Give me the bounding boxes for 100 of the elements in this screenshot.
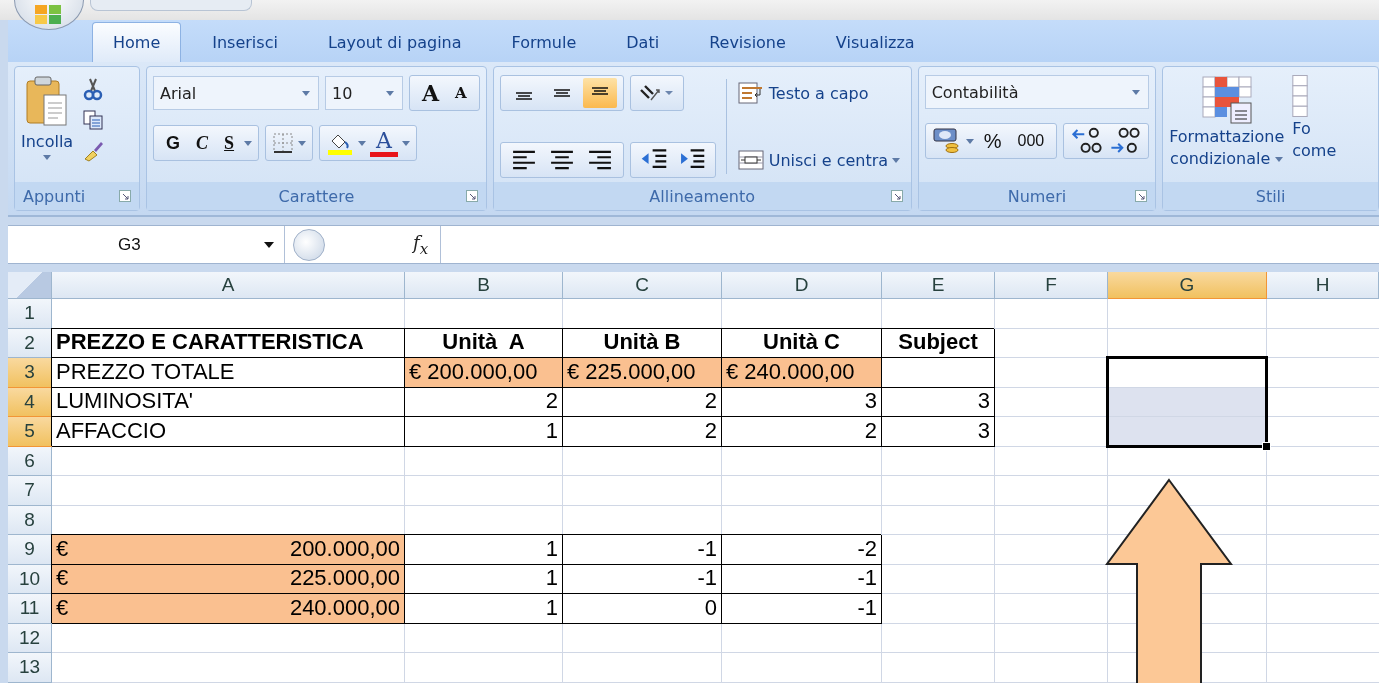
office-logo-icon [34, 3, 64, 25]
row-header[interactable]: 1 [8, 299, 52, 329]
ribbon-tab[interactable]: Revisione [684, 22, 811, 62]
caret-icon[interactable] [965, 138, 974, 144]
table-cell: -1 [722, 564, 882, 594]
wrap-text-icon [736, 81, 765, 105]
scissors-icon[interactable] [82, 77, 105, 101]
caret-icon [264, 241, 274, 248]
ribbon-tab[interactable]: Layout di pagina [302, 22, 487, 62]
row-header[interactable]: 3 [8, 358, 52, 388]
dialog-launcher-icon[interactable] [465, 190, 478, 202]
column-header[interactable]: H [1267, 272, 1379, 299]
row-header[interactable]: 7 [8, 476, 52, 506]
row-header[interactable]: 2 [8, 328, 52, 358]
vertical-align-button[interactable] [582, 78, 617, 108]
ribbon-tab[interactable]: Visualizza [810, 22, 940, 62]
caret-icon[interactable] [298, 140, 307, 146]
currency-symbol: € [56, 565, 69, 591]
decrease-decimal-icon[interactable] [1108, 126, 1143, 156]
percent-button[interactable]: % [977, 126, 1008, 156]
table-cell: € 240.000,00 [722, 358, 882, 388]
table-grid-icon [1292, 75, 1309, 117]
table-cell: PREZZO E CARATTERISTICA [52, 328, 405, 358]
conditional-format-icon [1200, 75, 1253, 125]
row-header[interactable]: 5 [8, 417, 52, 447]
currency-symbol: € [56, 535, 69, 562]
selected-cell[interactable] [1108, 387, 1267, 417]
selection-outline[interactable] [1106, 356, 1268, 448]
column-header[interactable]: D [722, 272, 882, 299]
merge-cells-icon [736, 148, 765, 172]
ribbon-tab[interactable]: Formule [486, 22, 602, 62]
row-header[interactable]: 4 [8, 387, 52, 417]
group-label: Stili [1255, 186, 1286, 206]
table-cell: 2 [563, 387, 722, 417]
row-header[interactable]: 13 [8, 653, 52, 683]
table-cell: LUMINOSITA' [52, 387, 405, 417]
number-format-dropdown[interactable]: Contabilità [924, 75, 1149, 109]
table-cell: 1 [405, 535, 563, 565]
fill-handle[interactable] [1262, 441, 1271, 451]
dialog-launcher-icon[interactable] [119, 190, 131, 202]
italic-button[interactable]: C [190, 128, 215, 158]
row-header[interactable]: 8 [8, 505, 52, 535]
font-size-dropdown[interactable]: 10 [325, 76, 403, 110]
merge-center-button[interactable]: Unisci e centra [736, 142, 901, 178]
format-as-table-button[interactable]: Fo come [1292, 75, 1337, 178]
row-header[interactable]: 11 [8, 594, 52, 624]
selected-cell[interactable] [1108, 417, 1267, 447]
name-box[interactable]: G3 [8, 226, 285, 263]
table-cell: 1 [405, 564, 563, 594]
caret-icon[interactable] [244, 140, 253, 146]
row-header[interactable]: 6 [8, 446, 52, 476]
borders-icon[interactable] [272, 132, 295, 154]
table-cell: 1 [405, 417, 563, 447]
dialog-launcher-icon[interactable] [890, 190, 903, 202]
ribbon-tab[interactable]: Inserisci [187, 22, 303, 62]
wrap-text-button[interactable]: Testo a capo [736, 75, 901, 111]
conditional-formatting-button[interactable]: Formattazione condizionale [1169, 75, 1285, 178]
paste-button[interactable]: Incolla [21, 75, 74, 178]
column-header[interactable]: E [882, 272, 995, 299]
table-cell: 3 [882, 417, 995, 447]
ribbon-tab[interactable]: Dati [601, 22, 685, 62]
table-cell: 2 [722, 417, 882, 447]
table-cell: 3 [722, 387, 882, 417]
table-cell: 1 [405, 594, 563, 624]
align-lines-icon [552, 89, 571, 97]
font-name-dropdown[interactable]: Arial [153, 76, 319, 110]
caret-icon[interactable] [358, 140, 367, 146]
dialog-launcher-icon[interactable] [1135, 190, 1148, 202]
table-cell: 2 [405, 387, 563, 417]
insert-function-button[interactable]: f$_{x}$ [413, 231, 429, 258]
column-header[interactable]: G [1108, 272, 1267, 299]
row-header[interactable]: 9 [8, 535, 52, 565]
caret-icon [892, 157, 901, 163]
row-header[interactable]: 10 [8, 564, 52, 594]
table-cell: -1 [722, 594, 882, 624]
increase-decimal-icon[interactable] [1070, 126, 1105, 156]
shrink-font-button[interactable]: A [449, 78, 473, 108]
table-cell: Subject [882, 328, 995, 358]
column-header[interactable]: C [563, 272, 722, 299]
copy-icon[interactable] [82, 109, 105, 131]
group-label: Carattere [278, 186, 355, 206]
caret-icon [1131, 89, 1140, 95]
bold-button[interactable]: G [160, 128, 187, 158]
row-header[interactable]: 12 [8, 623, 52, 653]
table-cell: 2 [563, 417, 722, 447]
thousands-separator-button[interactable]: 000 [1011, 126, 1051, 156]
table-cell: AFFACCIO [52, 417, 405, 447]
caret-icon [302, 90, 310, 96]
column-header[interactable]: B [405, 272, 563, 299]
ribbon-tab[interactable]: Home [92, 22, 182, 62]
table-cell: -2 [722, 535, 882, 565]
table-cell: 3 [882, 387, 995, 417]
table-cell: -1 [563, 564, 722, 594]
column-header[interactable]: A [52, 272, 405, 299]
column-header[interactable]: F [995, 272, 1108, 299]
grow-font-button[interactable]: A [416, 78, 446, 108]
group-label: Allineamento [649, 186, 756, 206]
caret-icon[interactable] [401, 140, 410, 146]
table-cell: € 200.000,00 [405, 358, 563, 388]
underline-button[interactable]: S [218, 128, 241, 158]
